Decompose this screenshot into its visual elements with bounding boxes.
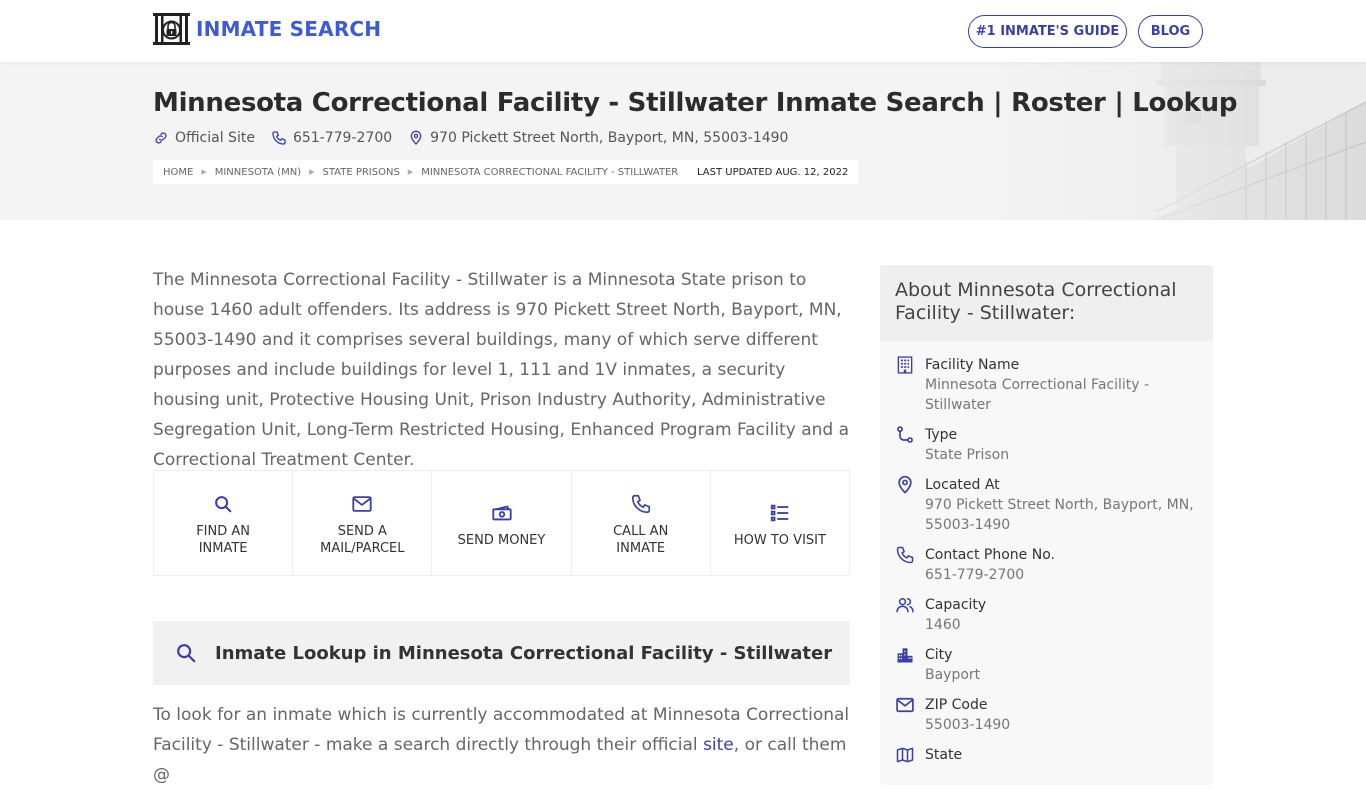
info-value: State Prison [925, 447, 1010, 463]
info-label: Facility Name [925, 357, 1020, 373]
send-mail-label-1: SEND A [337, 524, 387, 539]
link-icon [155, 132, 167, 144]
building-icon [897, 356, 913, 374]
top-navbar: INMATE SEARCH #1 INMATE'S GUIDE BLOG [0, 0, 1366, 62]
inmates-guide-button[interactable]: #1 INMATE'S GUIDE [968, 15, 1127, 48]
info-contact-phone: Contact Phone No. 651-779-2700 [880, 545, 1213, 585]
info-label: Located At [925, 477, 1000, 493]
info-type: Type State Prison [880, 425, 1213, 465]
inmate-lookup-title: Inmate Lookup in Minnesota Correctional … [215, 642, 833, 664]
info-label: State [925, 747, 963, 763]
official-site-label: Official Site [175, 130, 255, 146]
official-site-inline-link[interactable]: site [703, 735, 734, 755]
facility-info-sidebar: About Minnesota Correctional Facility - … [880, 265, 1213, 785]
logo-text: INMATE SEARCH [196, 17, 382, 41]
info-label: Capacity [925, 597, 987, 613]
phone-icon [631, 494, 650, 514]
how-to-visit-label: HOW TO VISIT [733, 532, 826, 548]
page-title: Minnesota Correctional Facility - Stillw… [153, 88, 1238, 118]
jail-lock-icon [153, 13, 190, 45]
find-inmate-label-2: INMATE [198, 541, 248, 556]
call-inmate-label-1: CALL AN [613, 524, 669, 539]
info-value: 651-779-2700 [925, 567, 1025, 583]
how-to-visit-button[interactable]: HOW TO VISIT [711, 471, 849, 575]
users-icon [896, 598, 914, 613]
map-pin-icon [410, 130, 422, 145]
info-located-at: Located At 970 Pickett Street North, Bay… [880, 475, 1213, 535]
info-label: Contact Phone No. [925, 547, 1055, 563]
send-money-label: SEND MONEY [457, 532, 546, 548]
send-mail-button[interactable]: SEND A MAIL/PARCEL [293, 471, 433, 575]
breadcrumb-separator-icon: ▶ [407, 168, 414, 176]
phone-number: 651-779-2700 [292, 130, 393, 146]
search-icon [177, 644, 196, 663]
call-inmate-button[interactable]: CALL AN INMATE [572, 471, 711, 575]
info-value: Minnesota Correctional Facility - Stillw… [925, 377, 1150, 413]
info-city: City Bayport [880, 645, 1213, 685]
info-value: 970 Pickett Street North, Bayport, MN, 5… [925, 497, 1194, 533]
breadcrumb-home[interactable]: HOME [163, 167, 193, 178]
mail-icon [352, 496, 372, 512]
inmate-lookup-paragraph: To look for an inmate which is currently… [153, 700, 853, 790]
info-label: City [925, 647, 953, 663]
facility-info-list: Facility Name Minnesota Correctional Fac… [880, 341, 1213, 765]
hero-banner: Minnesota Correctional Facility - Stillw… [0, 62, 1366, 220]
address: 970 Pickett Street North, Bayport, MN, 5… [408, 130, 788, 146]
breadcrumb-minnesota[interactable]: MINNESOTA (MN) [215, 167, 301, 178]
last-updated-badge: LAST UPDATED AUG. 12, 2022 [687, 160, 859, 184]
facility-intro-paragraph: The Minnesota Correctional Facility - St… [153, 270, 850, 470]
info-value: 1460 [925, 617, 961, 633]
phone-link[interactable]: 651-779-2700 [271, 130, 392, 146]
prison-tower-background-image [986, 62, 1366, 220]
breadcrumb-separator-icon: ▶ [309, 168, 315, 176]
phone-icon [272, 131, 286, 145]
search-icon [215, 496, 232, 513]
address-text: 970 Pickett Street North, Bayport, MN, 5… [430, 130, 789, 146]
find-inmate-button[interactable]: FIND AN INMATE [154, 471, 294, 575]
blog-button[interactable]: BLOG [1138, 15, 1203, 48]
breadcrumb: HOME ▶ MINNESOTA (MN) ▶ STATE PRISONS ▶ … [153, 160, 689, 184]
send-mail-label-2: MAIL/PARCEL [320, 541, 405, 556]
official-site-link[interactable]: Official Site [153, 130, 255, 146]
breadcrumb-separator-icon: ▶ [201, 168, 207, 176]
city-icon [897, 648, 913, 663]
send-money-button[interactable]: SEND MONEY [432, 471, 572, 575]
map-icon [896, 747, 914, 763]
find-inmate-label-1: FIND AN [196, 524, 250, 539]
money-icon [491, 505, 512, 520]
quick-actions: FIND AN INMATE SEND A MAIL/PARCEL SEND M… [153, 470, 850, 576]
info-state: State [880, 745, 1213, 765]
info-value: Bayport [925, 667, 981, 683]
list-icon [770, 504, 789, 521]
site-logo[interactable]: INMATE SEARCH [153, 13, 381, 45]
route-icon [897, 426, 913, 443]
facility-contact-row: Official Site 651-779-2700 970 Pickett S… [153, 130, 804, 146]
call-inmate-label-2: INMATE [616, 541, 666, 556]
sidebar-title: About Minnesota Correctional Facility - … [880, 265, 1213, 341]
breadcrumb-state-prisons[interactable]: STATE PRISONS [322, 167, 399, 178]
info-capacity: Capacity 1460 [880, 595, 1213, 635]
info-label: Type [925, 427, 958, 443]
mail-icon [896, 697, 914, 713]
inmate-lookup-header: Inmate Lookup in Minnesota Correctional … [153, 621, 850, 685]
info-value: 55003-1490 [925, 717, 1011, 733]
info-label: ZIP Code [925, 697, 988, 713]
info-zip-code: ZIP Code 55003-1490 [880, 695, 1213, 735]
phone-icon [896, 546, 914, 564]
breadcrumb-current: MINNESOTA CORRECTIONAL FACILITY - STILLW… [421, 166, 679, 178]
info-facility-name: Facility Name Minnesota Correctional Fac… [880, 355, 1213, 415]
map-pin-icon [898, 475, 912, 494]
